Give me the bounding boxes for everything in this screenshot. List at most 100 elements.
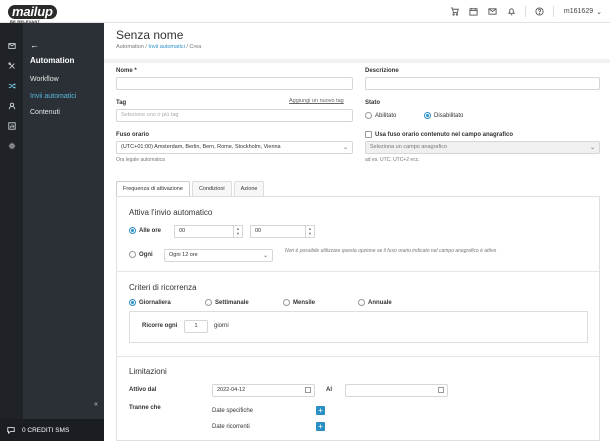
bell-icon[interactable] [502, 0, 521, 23]
calendar-icon[interactable] [438, 387, 444, 393]
tag-label: Tag [116, 100, 127, 106]
status-disabled-radio[interactable]: Disabilitato [424, 112, 463, 119]
timezone-field-help: ad es. UTC, UTC+2 ecc. [365, 157, 420, 163]
recurrence-box: Ricorre ogni 1 giorni [129, 311, 588, 343]
radio-circle [365, 112, 372, 119]
every-radio[interactable]: Ogni [129, 251, 153, 258]
hour-stepper[interactable]: 00 ▲ ▼ [174, 225, 243, 238]
stepper-arrows-icon[interactable]: ▲ ▼ [233, 226, 242, 237]
mailup-logo[interactable]: mailup BE RELEVANT [8, 5, 66, 24]
recurrence-yearly-radio[interactable]: Annuale [358, 299, 392, 306]
user-name: m161629 [563, 8, 594, 15]
minute-value: 00 [255, 228, 262, 234]
every-value: Ogni 12 ore [169, 252, 198, 258]
every-select[interactable]: Ogni 12 ore ⌄ [164, 249, 273, 262]
recurrence-daily-label: Giornaliera [139, 299, 171, 306]
recurrence-yearly-label: Annuale [368, 299, 392, 306]
stepper-arrows-icon[interactable]: ▲ ▼ [305, 226, 314, 237]
recurrence-monthly-label: Mensile [293, 299, 316, 306]
automation-sidebar: ← Automation Workflow Invii automatici C… [23, 23, 104, 441]
add-tag-link[interactable]: Aggiungi un nuovo tag [289, 98, 344, 104]
sms-icon [7, 427, 15, 434]
help-icon[interactable] [530, 0, 549, 23]
specific-dates-label: Date specifiche [212, 408, 254, 414]
chevron-down-icon: ⌄ [342, 145, 348, 151]
timezone-select[interactable]: (UTC+01:00) Amsterdam, Berlin, Bern, Rom… [116, 141, 353, 154]
mail-icon[interactable] [483, 0, 502, 23]
cart-icon[interactable] [445, 0, 464, 23]
timezone-label: Fuso orario [116, 132, 150, 138]
recurrence-daily-radio[interactable]: Giornaliera [129, 299, 171, 306]
from-date-value: 2022-04-12 [217, 387, 246, 393]
page-title: Senza nome [116, 28, 184, 42]
calendar-icon[interactable] [305, 387, 311, 393]
tag-input[interactable]: Selezione uno o più tag [116, 109, 353, 122]
minute-stepper[interactable]: 00 ▲ ▼ [250, 225, 315, 238]
form-card: Nome * Descrizione Tag Aggiungi un nuovo… [104, 63, 610, 441]
page-header: Senza nome Automation / Invii automatici… [104, 23, 610, 59]
main-content: Senza nome Automation / Invii automatici… [104, 23, 610, 441]
breadcrumb-automation[interactable]: Automation [116, 44, 144, 50]
timezone-field-select[interactable]: Seleziona un campo anagrafico ⌄ [365, 141, 600, 154]
radio-circle [129, 227, 136, 234]
recurrence-monthly-radio[interactable]: Mensile [283, 299, 315, 306]
limits-title: Limitazioni [129, 367, 167, 376]
radio-circle [129, 299, 136, 306]
use-field-timezone-checkbox[interactable]: Usa fuso orario contenuto nel campo anag… [365, 131, 513, 138]
checkbox-box [365, 131, 372, 138]
sidebar-item-contenuti[interactable]: Contenuti [30, 109, 60, 116]
sidebar-item-invii-automatici[interactable]: Invii automatici [30, 93, 76, 100]
recurring-dates-label: Date ricorrenti [212, 424, 250, 430]
radio-circle [129, 251, 136, 258]
use-field-timezone-label: Usa fuso orario contenuto nel campo anag… [375, 131, 514, 138]
header-separator [552, 6, 554, 17]
timezone-field-placeholder: Seleziona un campo anagrafico [370, 144, 448, 150]
recurrence-weekly-label: Settimanale [215, 299, 249, 306]
status-enabled-label: Abilitato [375, 112, 397, 119]
tab-frequenza[interactable]: Frequenza di attivazione [116, 181, 190, 196]
header-actions: m161629 ⌄ [445, 0, 610, 23]
repeat-input[interactable]: 1 [184, 320, 208, 333]
repeat-unit: giorni [214, 323, 229, 329]
add-specific-date-button[interactable]: + [316, 406, 325, 415]
calendar-icon[interactable] [464, 0, 483, 23]
settings-icon[interactable] [0, 136, 23, 156]
status-enabled-radio[interactable]: Abilitato [365, 112, 396, 119]
shuffle-icon[interactable] [0, 76, 23, 96]
from-date-input[interactable]: 2022-04-12 [212, 384, 315, 397]
contacts-icon[interactable] [0, 96, 23, 116]
from-label: Attivo dal [129, 387, 157, 393]
tab-azione[interactable]: Azione [233, 181, 265, 196]
at-time-radio[interactable]: Alle ore [129, 227, 161, 234]
status-label: Stato [365, 100, 380, 106]
radio-circle [424, 112, 431, 119]
radio-circle [283, 299, 290, 306]
timezone-value: (UTC+01:00) Amsterdam, Berlin, Bern, Rom… [121, 144, 281, 150]
logo-text: mailup [8, 5, 57, 19]
recurrence-weekly-radio[interactable]: Settimanale [205, 299, 249, 306]
add-recurring-date-button[interactable]: + [316, 422, 325, 431]
tools-icon[interactable] [0, 56, 23, 76]
breadcrumb-invii-automatici[interactable]: Invii automatici [148, 44, 184, 50]
radio-circle [205, 299, 212, 306]
chevron-down-icon: ⌄ [589, 145, 595, 151]
every-label: Ogni [139, 251, 153, 258]
sidebar-item-workflow[interactable]: Workflow [30, 76, 59, 83]
sms-credits-bar[interactable]: 0 CREDITI SMS [0, 419, 104, 441]
name-input[interactable] [116, 77, 353, 90]
user-menu[interactable]: m161629 ⌄ [558, 8, 610, 16]
description-input[interactable] [365, 77, 600, 90]
hour-value: 00 [179, 228, 186, 234]
settings-tabs: Frequenza di attivazione Condizioni Azio… [116, 181, 266, 196]
chart-icon[interactable] [0, 116, 23, 136]
breadcrumb: Automation / Invii automatici / Crea [116, 44, 201, 50]
top-header: mailup BE RELEVANT m161629 ⌄ [0, 0, 610, 24]
to-date-input[interactable] [345, 384, 448, 397]
at-time-label: Alle ore [139, 227, 162, 234]
icon-rail [0, 23, 23, 441]
mail-icon[interactable] [0, 36, 23, 56]
activation-title: Attiva l'invio automatico [129, 208, 213, 217]
tab-condizioni[interactable]: Condizioni [191, 181, 232, 196]
collapse-sidebar-icon[interactable]: « [94, 401, 98, 408]
back-arrow-icon[interactable]: ← [30, 40, 39, 50]
